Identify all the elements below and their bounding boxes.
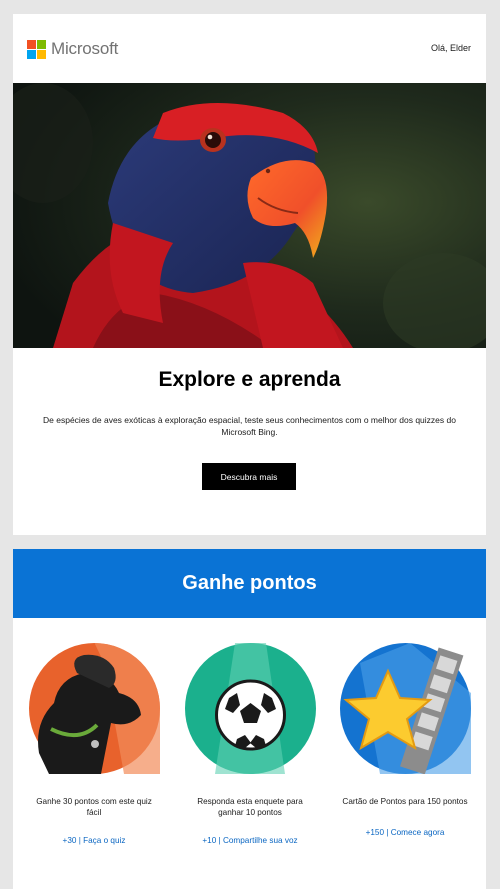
star-film-icon[interactable] bbox=[340, 643, 471, 774]
parrot-photo[interactable] bbox=[13, 83, 486, 348]
section-title: Explore e aprenda bbox=[158, 368, 341, 391]
share-voice-link[interactable]: +10 | Compartilhe sua voz bbox=[177, 836, 323, 845]
points-banner: Ganhe pontos bbox=[13, 549, 486, 618]
dog-icon[interactable] bbox=[29, 643, 160, 774]
points-item-text: Cartão de Pontos para 150 pontos bbox=[342, 797, 468, 806]
microsoft-logo[interactable]: Microsoft bbox=[27, 39, 118, 59]
points-item-text: Responda esta enquete para ganhar 10 pon… bbox=[197, 797, 303, 817]
points-card: Ganhe pontos Ganhe 30 pontos com este qu… bbox=[13, 549, 486, 889]
email-header: Microsoft Olá, Elder bbox=[13, 14, 486, 83]
discover-more-button[interactable]: Descubra mais bbox=[202, 463, 296, 490]
windows-logo-icon bbox=[27, 39, 46, 59]
points-title: Ganhe pontos bbox=[182, 572, 317, 594]
take-quiz-link[interactable]: +30 | Faça o quiz bbox=[21, 836, 167, 845]
section-description: De espécies de aves exóticas à exploraçã… bbox=[43, 415, 456, 437]
user-greeting: Olá, Elder bbox=[430, 43, 471, 53]
brand-name: Microsoft bbox=[51, 39, 119, 58]
explore-card: Microsoft Olá, Elder Explore e aprenda D… bbox=[13, 14, 486, 535]
get-started-link[interactable]: +150 | Comece agora bbox=[332, 828, 478, 837]
soccer-ball-icon[interactable] bbox=[185, 643, 316, 774]
points-item-text: Ganhe 30 pontos com este quiz fácil bbox=[36, 797, 152, 817]
